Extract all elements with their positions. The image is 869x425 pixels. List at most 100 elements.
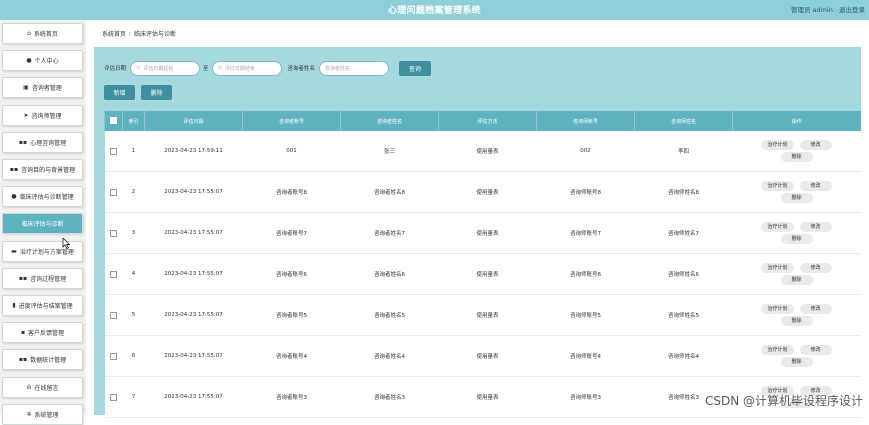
sidebar-item[interactable]: ➤ 咨询师管理 <box>2 104 83 126</box>
row-select-cell <box>104 294 123 336</box>
user-icon: ● <box>26 57 32 65</box>
table-cell: 咨询者账号4 <box>242 335 341 377</box>
table-cell: 咨询师姓名8 <box>634 171 733 213</box>
clock-icon: ◷ <box>217 65 222 71</box>
table-row: 6 2023-04-23 17:55:07 咨询者账号4 咨询者姓名4 使用量表 咨询师账… <box>104 335 861 377</box>
date-end-input[interactable]: ◷ 评估日期结束 <box>211 60 282 76</box>
treatment-plan-button[interactable]: 治疗计划 <box>761 222 794 232</box>
table-header-row: 索引 评估日期 咨询者账号 咨询者姓名 评估方法 咨询师账号 咨询师姓名 操作 <box>104 111 861 131</box>
edit-button[interactable]: 修改 <box>799 222 832 232</box>
table-cell: 咨询师账号7 <box>536 212 635 254</box>
treatment-plan-button[interactable]: 治疗计划 <box>761 304 794 314</box>
select-all-checkbox[interactable] <box>110 116 117 124</box>
table-cell: 使用量表 <box>438 376 537 418</box>
app-title: 心理问题档案管理系统 <box>387 6 481 16</box>
row-checkbox[interactable] <box>110 352 117 360</box>
row-checkbox[interactable] <box>110 393 117 401</box>
main-content: 系统首页 ⁝ 临床评估与诊断 评估日期 ◷ 评估日期起始 至 ◷ 评估日期结束 咨询者姓… <box>88 20 869 418</box>
sidebar-item-label: 进度评估与结案管理 <box>18 303 73 310</box>
sidebar-item-label: 咨询过程管理 <box>30 275 67 283</box>
name-search-input[interactable]: 咨询者姓名 <box>319 60 390 76</box>
delete-row-button[interactable]: 删除 <box>780 357 813 367</box>
sidebar-item-label: 咨询师管理 <box>31 112 62 120</box>
table-cell: 2023-04-23 17:59:11 <box>144 131 243 172</box>
edit-button[interactable]: 修改 <box>799 140 832 150</box>
sidebar-item[interactable]: ▪ 客户反馈管理 <box>2 322 83 344</box>
edit-button[interactable]: 修改 <box>799 304 832 314</box>
table-cell: 002 <box>536 131 635 172</box>
delete-row-button[interactable]: 删除 <box>780 152 813 162</box>
breadcrumb-home[interactable]: 系统首页 <box>102 31 126 38</box>
name-label: 咨询者姓名 <box>287 66 316 72</box>
table-cell: 2023-04-23 17:55:07 <box>144 376 243 418</box>
table-cell: 6 <box>122 335 145 377</box>
edit-button[interactable]: 修改 <box>799 345 832 355</box>
sidebar-item-label: 系统首页 <box>33 31 58 38</box>
sidebar-item[interactable]: ▮ 进度评估与结案管理 <box>2 295 83 316</box>
row-select-cell <box>104 253 123 295</box>
table-cell: 咨询者账号3 <box>242 376 341 418</box>
treatment-plan-button[interactable]: 治疗计划 <box>761 345 794 355</box>
sidebar-item-label: 咨询者管理 <box>31 85 62 93</box>
sidebar-item[interactable]: ▪▪ 咨询过程管理 <box>2 267 83 289</box>
table-row: 1 2023-04-23 17:59:11 001 张三 使用量表 002 李四 治疗计划 修改… <box>104 131 861 172</box>
table-cell: 咨询者姓名7 <box>340 212 439 254</box>
row-select-cell <box>104 335 123 377</box>
delete-row-button[interactable]: 删除 <box>780 316 813 326</box>
content-panel: 评估日期 ◷ 评估日期起始 至 ◷ 评估日期结束 咨询者姓名 咨询者姓名 查询 新增… <box>94 47 861 418</box>
row-checkbox[interactable] <box>110 311 117 319</box>
logout-link[interactable]: 退出登录 <box>839 6 865 14</box>
delete-row-button[interactable]: 删除 <box>780 275 813 285</box>
row-checkbox[interactable] <box>110 229 117 237</box>
search-button[interactable]: 查询 <box>399 60 432 76</box>
sidebar-item[interactable]: ▪▪ 数据统计管理 <box>2 349 83 371</box>
treatment-plan-button[interactable]: 治疗计划 <box>761 140 794 150</box>
column-header: 操作 <box>732 111 861 131</box>
table-cell: 001 <box>242 131 341 172</box>
contact-card-icon: ▣ <box>23 84 29 92</box>
column-header: 咨询者姓名 <box>340 111 439 131</box>
breadcrumb-current: 临床评估与诊断 <box>133 31 176 38</box>
sidebar-item[interactable]: ● 个人中心 <box>2 50 83 72</box>
select-all-header[interactable] <box>104 111 123 131</box>
search-bar: 评估日期 ◷ 评估日期起始 至 ◷ 评估日期结束 咨询者姓名 咨询者姓名 查询 <box>104 60 432 76</box>
sidebar-item-label: 客户反馈管理 <box>28 330 65 338</box>
row-select-cell <box>104 171 123 213</box>
sidebar-item[interactable]: ⌂ 系统首页 <box>2 23 83 44</box>
delete-row-button[interactable]: 删除 <box>780 193 813 203</box>
edit-button[interactable]: 修改 <box>799 181 832 191</box>
table-cell: 2023-04-23 17:55:07 <box>144 294 243 336</box>
table-cell: 咨询者姓名5 <box>340 294 439 336</box>
sidebar-item[interactable]: ▣ 咨询者管理 <box>2 77 83 99</box>
treatment-plan-button[interactable]: 治疗计划 <box>761 263 794 273</box>
add-button[interactable]: 新增 <box>104 85 135 100</box>
row-actions: 治疗计划 修改删除 <box>732 131 861 172</box>
sidebar-item[interactable]: ılı 在线留言 <box>2 376 83 398</box>
sidebar-item-label: 心理咨询管理 <box>30 139 67 147</box>
breadcrumb-separator: ⁝ <box>129 31 131 38</box>
delete-button[interactable]: 删除 <box>141 85 172 100</box>
table-cell: 张三 <box>340 131 439 172</box>
data-table: 索引 评估日期 咨询者账号 咨询者姓名 评估方法 咨询师账号 咨询师姓名 操作 1 2023-0… <box>104 111 861 418</box>
sidebar-item-label: 在线留言 <box>34 384 59 392</box>
edit-button[interactable]: 修改 <box>799 263 832 273</box>
breadcrumb: 系统首页 ⁝ 临床评估与诊断 <box>102 29 176 38</box>
table-cell: 2023-04-23 17:55:07 <box>144 335 243 377</box>
table-cell: 3 <box>122 212 145 254</box>
date-start-input[interactable]: ◷ 评估日期起始 <box>130 60 201 76</box>
sidebar-item[interactable]: ▪▪ 咨询目的与背景管理 <box>2 159 83 180</box>
sidebar-item[interactable]: ▪▪ 心理咨询管理 <box>2 131 83 153</box>
name-placeholder: 咨询者姓名 <box>325 65 351 72</box>
table-cell: 咨询者姓名8 <box>340 171 439 213</box>
delete-row-button[interactable]: 删除 <box>780 234 813 244</box>
treatment-plan-button[interactable]: 治疗计划 <box>761 181 794 191</box>
row-checkbox[interactable] <box>110 270 117 278</box>
sidebar-item[interactable]: 临床评估与诊断 <box>2 213 83 235</box>
table-row: 5 2023-04-23 17:55:07 咨询者账号5 咨询者姓名5 使用量表 咨询师账… <box>104 294 861 336</box>
row-checkbox[interactable] <box>110 147 117 155</box>
table-cell: 咨询师姓名5 <box>634 294 733 336</box>
sidebar-item[interactable]: ● 临床评估与诊断管理 <box>2 186 83 208</box>
sidebar-item[interactable]: ✲ 系统管理 <box>2 403 83 425</box>
row-checkbox[interactable] <box>110 188 117 196</box>
table-cell: 咨询师账号3 <box>536 376 635 418</box>
